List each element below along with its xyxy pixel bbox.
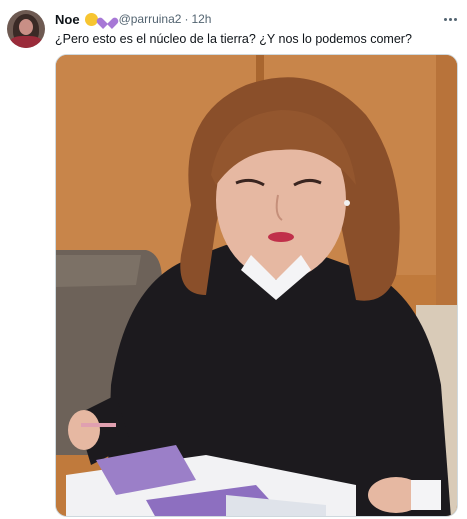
more-dot <box>448 17 452 21</box>
author-name[interactable]: Noe <box>55 12 80 27</box>
purple-heart-icon <box>101 13 114 25</box>
author-handle[interactable]: @parruina2 <box>119 12 182 26</box>
more-options-icon[interactable] <box>440 12 460 26</box>
avatar[interactable] <box>7 10 45 48</box>
separator-dot: · <box>184 12 189 26</box>
avatar-clothing <box>10 36 42 48</box>
yellow-heart-icon <box>84 12 98 26</box>
photo-illustration <box>56 55 457 516</box>
avatar-face <box>19 19 33 35</box>
more-dot <box>453 17 457 21</box>
timestamp[interactable]: 12h <box>191 12 211 26</box>
tweet-photo[interactable] <box>55 54 458 517</box>
tweet-card[interactable]: Noe @parruina2 · 12h ¿Pero esto es el nú… <box>0 0 467 519</box>
tweet-text: ¿Pero esto es el núcleo de la tierra? ¿Y… <box>55 32 412 46</box>
tweet-header: Noe @parruina2 · 12h <box>55 10 211 28</box>
more-dot <box>443 17 447 21</box>
